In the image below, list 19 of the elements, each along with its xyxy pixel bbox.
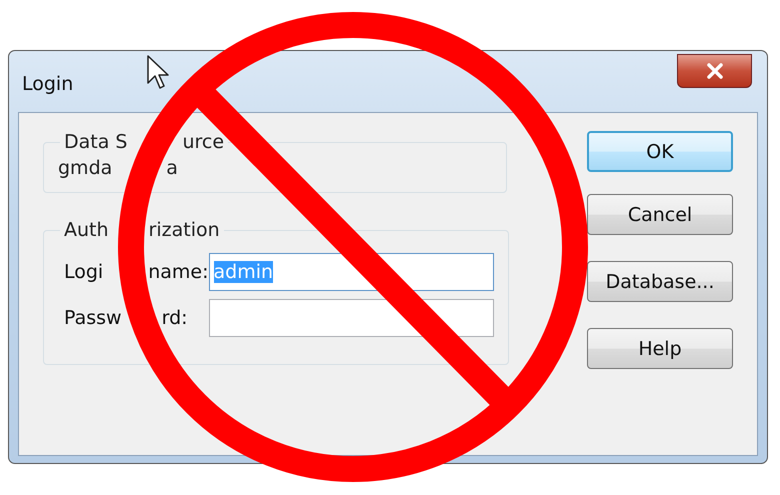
mouse-pointer-icon bbox=[147, 55, 171, 91]
dialog-button[interactable]: Database... bbox=[587, 261, 733, 302]
field-label: Logi bbox=[64, 261, 104, 283]
group-label: Auth bbox=[64, 219, 109, 241]
dialog-button[interactable]: Help bbox=[587, 328, 733, 369]
group-label: urce bbox=[182, 131, 224, 153]
group-label: Data S bbox=[64, 131, 128, 153]
window-title: Login bbox=[21, 72, 74, 94]
close-icon bbox=[706, 62, 724, 78]
field-label: name: bbox=[148, 261, 209, 283]
dialog-button[interactable]: OK bbox=[587, 131, 733, 172]
close-button[interactable] bbox=[677, 54, 752, 88]
field-label: rd: bbox=[162, 307, 188, 329]
group-label: rization bbox=[148, 219, 220, 241]
field-value: admin bbox=[214, 261, 274, 283]
data-source-value: a bbox=[166, 157, 178, 179]
dialog-button[interactable]: Cancel bbox=[587, 194, 733, 235]
data-source-value: gmda bbox=[58, 157, 112, 179]
field-label: Passw bbox=[64, 307, 122, 329]
